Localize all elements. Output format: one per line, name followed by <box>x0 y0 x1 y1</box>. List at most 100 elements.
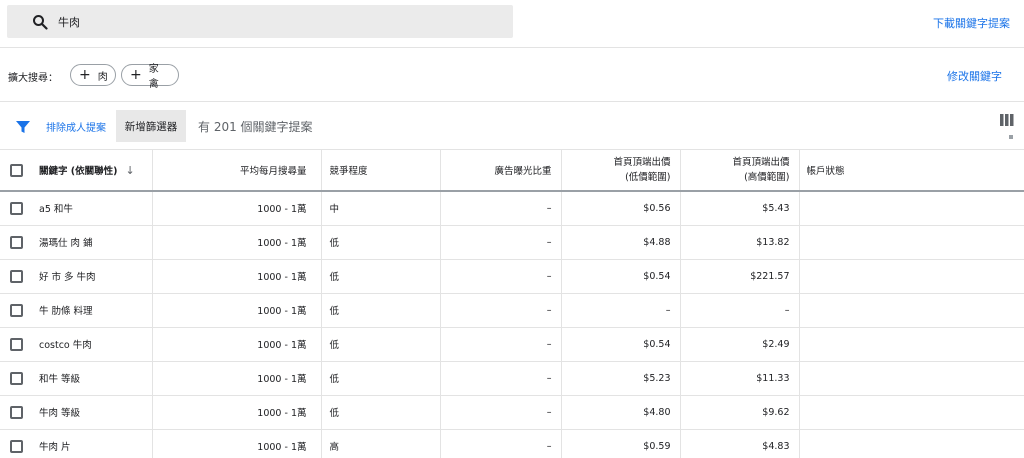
columns-icon[interactable] <box>1000 114 1014 140</box>
cell-volume: 1000 - 1萬 <box>152 395 322 429</box>
row-checkbox[interactable] <box>10 337 23 351</box>
table-row: a5 和牛 1000 - 1萬 中 – $0.56 $5.43 <box>0 191 1024 225</box>
chip-label: 家禽 <box>148 64 159 90</box>
header-bid-low[interactable]: 首頁頂端出價 (低價範圍) <box>561 150 681 192</box>
row-checkbox[interactable] <box>10 269 23 283</box>
cell-competition: 中 <box>321 191 441 225</box>
table-row: 和牛 等級 1000 - 1萬 低 – $5.23 $11.33 <box>0 361 1024 395</box>
cell-bid-low: $5.23 <box>561 361 681 395</box>
plus-icon: + <box>79 67 91 83</box>
table-row: 牛肉 等級 1000 - 1萬 低 – $4.80 $9.62 <box>0 395 1024 429</box>
keyword-table: 關鍵字 (依關聯性) ↓ 平均每月搜尋量 競爭程度 廣告曝光比重 首頁頂端出價 (低… <box>0 150 1024 458</box>
cell-impression-share: – <box>440 225 562 259</box>
cell-impression-share: – <box>440 429 562 458</box>
cell-keyword: 好 市 多 牛肉 <box>33 259 153 293</box>
cell-keyword: costco 牛肉 <box>33 327 153 361</box>
cell-keyword: 牛 肋條 料理 <box>33 293 153 327</box>
cell-status <box>799 259 1024 293</box>
download-keywords-link[interactable]: 下載關鍵字提案 <box>933 15 1010 31</box>
header-bid-high[interactable]: 首頁頂端出價 (高價範圍) <box>680 150 800 192</box>
broaden-chip-meat[interactable]: + 肉 <box>70 64 116 86</box>
header-keyword[interactable]: 關鍵字 (依關聯性) ↓ <box>33 150 153 192</box>
header-account-status[interactable]: 帳戶狀態 <box>799 150 1024 192</box>
header-avg-monthly-searches[interactable]: 平均每月搜尋量 <box>152 150 322 192</box>
cell-bid-low: $0.54 <box>561 327 681 361</box>
cell-bid-high: $5.43 <box>680 191 800 225</box>
edit-keywords-link[interactable]: 修改關鍵字 <box>947 68 1002 84</box>
search-icon <box>32 14 48 30</box>
cell-bid-high: $4.83 <box>680 429 800 458</box>
cell-status <box>799 361 1024 395</box>
add-filter-button[interactable]: 新增篩選器 <box>116 110 186 142</box>
cell-volume: 1000 - 1萬 <box>152 327 322 361</box>
cell-bid-high: $9.62 <box>680 395 800 429</box>
cell-keyword: a5 和牛 <box>33 191 153 225</box>
cell-competition: 低 <box>321 259 441 293</box>
table-row: 牛肉 片 1000 - 1萬 高 – $0.59 $4.83 <box>0 429 1024 458</box>
cell-status <box>799 327 1024 361</box>
cell-competition: 低 <box>321 361 441 395</box>
broaden-search-label: 擴大搜尋： <box>8 73 58 84</box>
cell-bid-low: $0.54 <box>561 259 681 293</box>
header-impression-share[interactable]: 廣告曝光比重 <box>440 150 562 192</box>
table-row: 牛 肋條 料理 1000 - 1萬 低 – – – <box>0 293 1024 327</box>
cell-keyword: 湯瑪仕 肉 鋪 <box>33 225 153 259</box>
row-checkbox[interactable] <box>10 235 23 249</box>
header-competition[interactable]: 競爭程度 <box>321 150 441 192</box>
cell-bid-low: $0.56 <box>561 191 681 225</box>
cell-volume: 1000 - 1萬 <box>152 259 322 293</box>
cell-impression-share: – <box>440 395 562 429</box>
cell-status <box>799 429 1024 458</box>
cell-competition: 高 <box>321 429 441 458</box>
search-box[interactable] <box>7 5 513 38</box>
cell-bid-low: $4.88 <box>561 225 681 259</box>
cell-keyword: 牛肉 片 <box>33 429 153 458</box>
cell-impression-share: – <box>440 259 562 293</box>
top-bar: 下載關鍵字提案 <box>0 0 1024 48</box>
row-checkbox[interactable] <box>10 371 23 385</box>
cell-status <box>799 225 1024 259</box>
select-all-checkbox[interactable] <box>10 163 23 177</box>
cell-competition: 低 <box>321 327 441 361</box>
cell-impression-share: – <box>440 361 562 395</box>
cell-bid-low: $0.59 <box>561 429 681 458</box>
filter-icon[interactable] <box>15 119 31 135</box>
table-row: 好 市 多 牛肉 1000 - 1萬 低 – $0.54 $221.57 <box>0 259 1024 293</box>
search-input[interactable] <box>58 15 458 28</box>
plus-icon: + <box>130 67 142 83</box>
cell-volume: 1000 - 1萬 <box>152 361 322 395</box>
cell-status <box>799 191 1024 225</box>
cell-status <box>799 395 1024 429</box>
cell-bid-high: $221.57 <box>680 259 800 293</box>
broaden-chip-poultry[interactable]: + 家禽 <box>121 64 179 90</box>
cell-impression-share: – <box>440 327 562 361</box>
cell-bid-low: – <box>561 293 681 327</box>
cell-impression-share: – <box>440 293 562 327</box>
cell-volume: 1000 - 1萬 <box>152 225 322 259</box>
table-row: costco 牛肉 1000 - 1萬 低 – $0.54 $2.49 <box>0 327 1024 361</box>
cell-bid-high: $2.49 <box>680 327 800 361</box>
cell-bid-low: $4.80 <box>561 395 681 429</box>
exclude-adult-filter[interactable]: 排除成人提案 <box>46 119 106 134</box>
cell-volume: 1000 - 1萬 <box>152 429 322 458</box>
cell-competition: 低 <box>321 395 441 429</box>
broaden-search-row: 擴大搜尋： + 肉 + 家禽 修改關鍵字 <box>0 48 1024 102</box>
cell-bid-high: – <box>680 293 800 327</box>
keyword-count: 有 201 個關鍵字提案 <box>198 120 313 134</box>
cell-volume: 1000 - 1萬 <box>152 293 322 327</box>
row-checkbox[interactable] <box>10 439 23 453</box>
cell-keyword: 牛肉 等級 <box>33 395 153 429</box>
row-checkbox[interactable] <box>10 303 23 317</box>
table-header-row: 關鍵字 (依關聯性) ↓ 平均每月搜尋量 競爭程度 廣告曝光比重 首頁頂端出價 (低… <box>0 150 1024 192</box>
filter-bar: 排除成人提案 新增篩選器 有 201 個關鍵字提案 <box>0 102 1024 150</box>
row-checkbox[interactable] <box>10 201 23 215</box>
row-checkbox[interactable] <box>10 405 23 419</box>
cell-competition: 低 <box>321 225 441 259</box>
cell-competition: 低 <box>321 293 441 327</box>
cell-keyword: 和牛 等級 <box>33 361 153 395</box>
arrow-down-icon: ↓ <box>125 164 135 177</box>
cell-bid-high: $13.82 <box>680 225 800 259</box>
cell-bid-high: $11.33 <box>680 361 800 395</box>
cell-volume: 1000 - 1萬 <box>152 191 322 225</box>
cell-impression-share: – <box>440 191 562 225</box>
